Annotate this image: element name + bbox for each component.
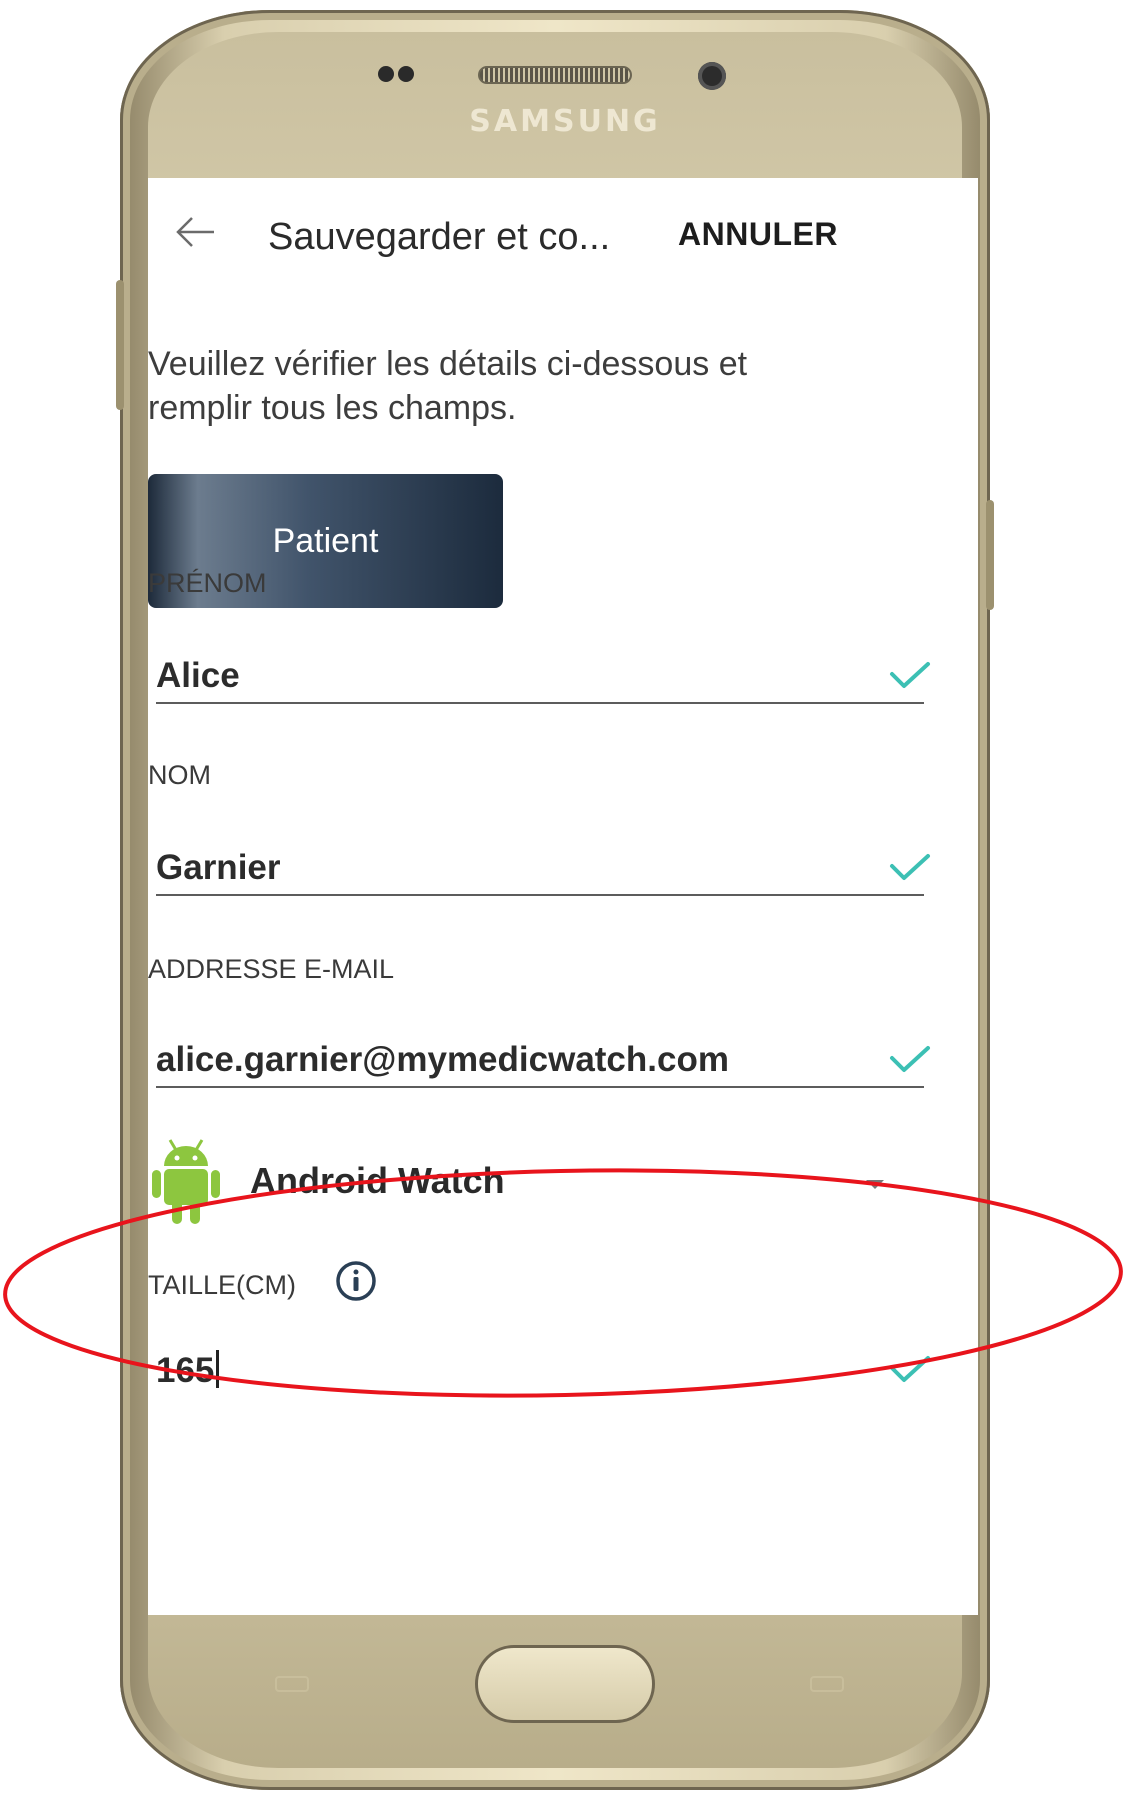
page-title: Sauvegarder et co... — [268, 216, 611, 258]
hardware-recent-key[interactable] — [810, 1676, 844, 1692]
hardware-back-key[interactable] — [275, 1676, 309, 1692]
cancel-button[interactable]: ANNULER — [678, 216, 838, 253]
check-icon — [890, 662, 930, 688]
home-button[interactable] — [475, 1645, 655, 1723]
arrow-left-icon[interactable] — [174, 212, 218, 252]
front-camera — [698, 62, 726, 90]
volume-button — [116, 280, 124, 410]
last-name-label: NOM — [148, 760, 211, 790]
app-screen: Sauvegarder et co... ANNULER Veuillez vé… — [148, 178, 978, 1615]
earpiece-grille — [478, 66, 632, 84]
device-select-value: Android Watch — [250, 1160, 505, 1201]
instructions-line-2: remplir tous les champs. — [148, 389, 517, 427]
instructions-line-1: Veuillez vérifier les détails ci-dessous… — [148, 345, 748, 383]
app-bar: Sauvegarder et co... ANNULER — [148, 178, 978, 288]
android-icon — [152, 1139, 220, 1224]
height-field[interactable]: 165 — [156, 1350, 220, 1391]
last-name-field[interactable]: Garnier — [156, 848, 281, 888]
instructions-text: Veuillez vérifier les détails ci-dessous… — [148, 342, 848, 430]
page: SAMSUNG Sauvegarder et co... ANNULER Veu… — [0, 0, 1127, 1800]
height-label: TAILLE(CM) — [148, 1270, 297, 1300]
sensor-dots — [378, 66, 428, 86]
email-field[interactable]: alice.garnier@mymedicwatch.com — [156, 1040, 729, 1080]
info-icon[interactable] — [335, 1260, 377, 1302]
email-label: ADDRESSE E-MAIL — [148, 954, 395, 984]
last-name-underline — [156, 894, 924, 896]
check-icon — [890, 1046, 930, 1072]
text-cursor — [216, 1350, 220, 1388]
first-name-underline — [156, 702, 924, 704]
first-name-label: PRÉNOM — [148, 568, 267, 598]
brand-logo: SAMSUNG — [469, 104, 661, 139]
caret-down-icon[interactable] — [866, 1180, 884, 1189]
check-icon — [890, 1356, 930, 1382]
power-button — [986, 500, 994, 610]
check-icon — [890, 854, 930, 880]
email-underline — [156, 1086, 924, 1088]
height-value: 165 — [156, 1351, 215, 1390]
device-select[interactable]: Android Watch — [148, 1138, 978, 1238]
first-name-field[interactable]: Alice — [156, 656, 240, 696]
